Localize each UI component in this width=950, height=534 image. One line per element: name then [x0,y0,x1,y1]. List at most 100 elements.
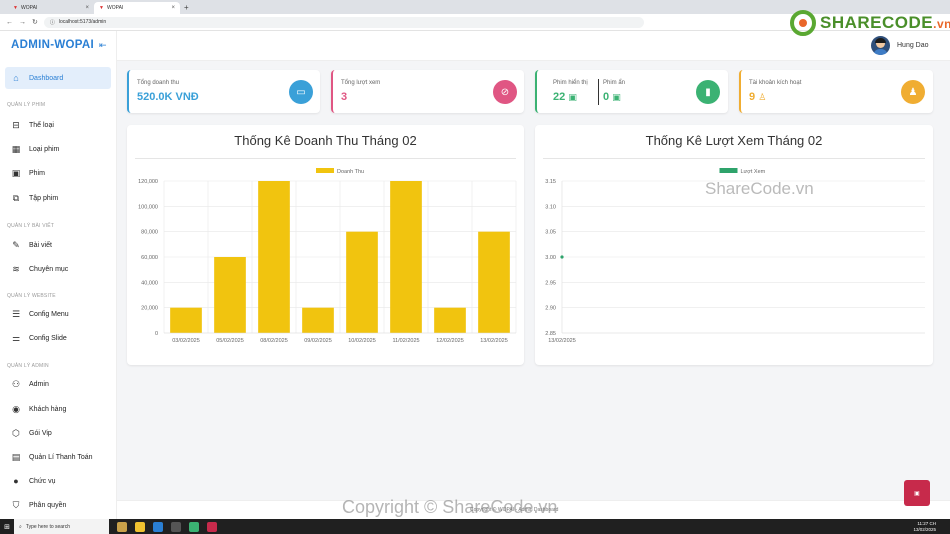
taskbar-search-placeholder: Type here to search [25,523,71,530]
stat-value: 3 [341,91,348,103]
sidebar-item-tap-phim[interactable]: ⧉ Tập phim [5,187,111,209]
taskbar: ⊞ ⌕ Type here to search 11:27 CH 13/02/2… [0,519,950,534]
sidebar-item-the-loai[interactable]: ⊟ Thể loại [5,114,111,136]
legend-swatch [316,168,334,173]
y-tick-label: 2.95 [545,280,556,286]
money-icon: ▤ [11,452,21,462]
video-icon: ⧉ [12,193,20,203]
sidebar-item-label: Config Slide [29,334,67,342]
x-tick-label: 13/02/2025 [548,338,576,344]
sidebar-item-thanh-toan[interactable]: ▤ Quản Lí Thanh Toán [5,446,111,468]
folder-icon[interactable] [135,521,145,532]
sidebar-item-config-menu[interactable]: ☰ Config Menu [5,303,111,325]
revenue-chart-card: Thống Kê Doanh Thu Tháng 02 Doanh Thu 0 20… [127,125,524,365]
grid-icon: ▦ [11,144,21,154]
sidebar-item-label: Config Menu [29,310,69,318]
sidebar-item-phim[interactable]: ▣ Phim [5,162,111,184]
y-tick-label: 3.05 [545,230,556,236]
sidebar-item-label: Phim [29,169,45,177]
avatar[interactable] [871,36,890,55]
stat-card-views: Tổng lượt xem 3 ⊘ [331,70,524,113]
sidebar-item-config-slide[interactable]: ⚌ Config Slide [5,327,111,349]
sidebar-item-dashboard[interactable]: ⌂ Dashboard [5,67,111,89]
sidebar-item-bai-viet[interactable]: ✎ Bài viết [5,234,111,256]
chart-title: Thống Kê Doanh Thu Tháng 02 [234,133,417,148]
film-icon: ▣ [612,92,621,102]
sidebar-item-khach-hang[interactable]: ◉ Khách hàng [5,398,111,420]
sharecode-logo: SHARECODE.vn [790,10,950,36]
chat-widget-icon[interactable]: ▣ [904,480,930,506]
browser-tab-title: WOPAI [107,5,124,11]
app-icon[interactable] [171,521,181,532]
sidebar-item-chuyen-muc[interactable]: ≋ Chuyên mục [5,258,111,280]
x-tick-label: 10/02/2025 [348,338,376,344]
stat-value: 9 [749,91,756,103]
sidebar-item-label: Tập phim [29,194,59,202]
eye-off-icon: ⊘ [493,80,517,104]
favicon-icon: ▼ [13,4,18,11]
divider [598,79,599,105]
close-icon[interactable]: × [85,5,89,11]
film-icon: ▣ [568,92,577,102]
legend-label: Lượt Xem [741,169,766,175]
user-icon: ● [13,476,19,486]
browser-tab[interactable]: ▼ WOPAI × [8,2,94,14]
y-tick-label: 80,000 [141,230,158,236]
bar [346,231,378,333]
user-icon: ♙ [758,92,767,102]
y-tick-label: 120,000 [138,179,158,185]
stat-value: 520.0K VNĐ [137,91,199,103]
home-icon: ⌂ [13,73,19,83]
sidebar-item-phan-quyen[interactable]: ⛉ Phân quyền [5,494,111,516]
sidebar-item-goi-vip[interactable]: ⬡ Gói Vip [5,422,111,444]
taskbar-search[interactable]: ⌕ Type here to search [14,519,109,534]
shield-icon: ⛉ [12,500,20,510]
sidebar-item-label: Chức vụ [29,477,56,485]
bar [434,307,466,333]
forward-icon[interactable]: → [19,19,26,26]
sidebar-item-loai-phim[interactable]: ▦ Loại phim [5,138,111,160]
vscode-icon[interactable] [153,521,163,532]
menu-icon: ☰ [11,309,21,319]
y-tick-label: 2.90 [545,306,556,312]
stat-value-hidden: 0 ▣ [603,91,621,103]
new-tab-icon[interactable]: + [180,2,193,14]
sidebar-item-admin[interactable]: ⚇ Admin [5,373,111,395]
x-tick-label: 13/02/2025 [480,338,508,344]
stat-value-showing: 22 ▣ [553,91,577,103]
revenue-bar-chart: Doanh Thu 0 20,000 40,000 60,000 80,000 100,00… [138,168,517,344]
reload-icon[interactable]: ↻ [32,18,38,26]
browser-tab-active[interactable]: ▼ WOPAI × [94,2,180,14]
x-tick-label: 12/02/2025 [436,338,464,344]
url-input[interactable]: ⓘ localhost:5173/admin [43,16,644,28]
bookmark-icon: ⊟ [12,120,20,130]
info-icon: ⓘ [49,19,55,26]
x-tick-label: 03/02/2025 [172,338,200,344]
chrome-icon[interactable] [189,521,199,532]
stat-label: Tổng lượt xem [341,80,381,86]
close-icon[interactable]: × [171,5,175,11]
legend-label: Doanh Thu [337,169,364,175]
sidebar-section-title: QUẢN LÝ WEBSITE [7,293,56,299]
stat-card-revenue: Tổng doanh thu 520.0K VNĐ ▭ [127,70,320,113]
sidebar-section-title: QUẢN LÝ ADMIN [7,363,49,369]
collapse-sidebar-icon[interactable]: ⇤ [99,40,107,51]
y-tick-label: 3.15 [545,179,556,185]
back-icon[interactable]: ← [6,19,13,26]
sidebar-item-chuc-vu[interactable]: ● Chức vụ [5,470,111,492]
sidebar-item-label: Loại phim [29,145,60,153]
windows-start-icon[interactable]: ⊞ [0,523,14,531]
bar [170,307,202,333]
sidebar-item-label: Bài viết [29,241,52,249]
sidebar-section-title: QUẢN LÝ PHIM [7,102,46,108]
app-icon[interactable] [117,521,127,532]
x-tick-label: 05/02/2025 [216,338,244,344]
search-icon: ⌕ [19,523,22,530]
brand-logo[interactable]: ADMIN-WOPAI [11,39,94,51]
user-name[interactable]: Hung Dao [897,42,929,49]
sidebar-item-label: Khách hàng [29,405,67,413]
sidebar-item-label: Phân quyền [29,501,67,509]
app-icon[interactable] [207,521,217,532]
wallet-icon: ▭ [289,80,313,104]
sidebar-item-label: Thể loại [29,121,54,129]
